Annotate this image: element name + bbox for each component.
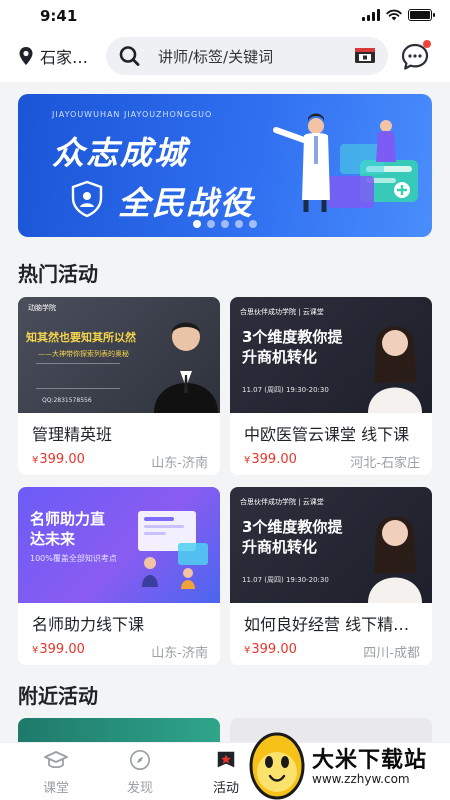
star-badge-icon — [217, 751, 235, 768]
activity-title: 管理精英班 — [32, 425, 113, 444]
watermark-text: 大米下载站 — [312, 748, 428, 773]
activity-image: 合思伙伴成功学院 | 云课堂 3个维度教你提升商机转化 11.07 (周四) 1… — [230, 297, 432, 413]
activity-location: 山东-济南 — [151, 646, 208, 661]
activity-price: ¥399.00 — [244, 642, 297, 657]
teacher-photo — [154, 322, 218, 413]
location-label: 石家… — [40, 48, 89, 67]
activity-location: 河北-石家庄 — [350, 456, 420, 471]
graduation-cap-icon — [44, 751, 68, 769]
activity-image: 合思伙伴成功学院 | 云课堂 3个维度教你提升商机转化 11.07 (周四) 1… — [230, 487, 432, 603]
activity-image: 动脑学院 知其然也要知其所以然 ——大神带你探索列表的奥秘 QQ:2831578… — [18, 297, 220, 413]
activity-price: ¥399.00 — [32, 452, 85, 467]
banner-title-line1: 众志成城 — [52, 134, 189, 172]
banner-subtitle: JIAYOUWUHAN JIAYOUZHONGGUO — [52, 110, 213, 119]
compass-icon — [130, 750, 150, 770]
promo-banner[interactable]: JIAYOUWUHAN JIAYOUZHONGGUO 众志成城 全民战役 — [18, 94, 432, 237]
carousel-dot[interactable] — [249, 220, 257, 228]
shield-icon — [71, 180, 103, 218]
activity-price: ¥399.00 — [244, 452, 297, 467]
tab-discover[interactable]: 发现 — [100, 749, 180, 796]
search-input[interactable]: 讲师/标签/关键词 — [106, 37, 388, 75]
image-date: 11.07 (周四) 19:30-20:30 — [242, 576, 329, 584]
carousel-dots[interactable] — [18, 220, 432, 228]
image-subline: 100%覆盖全部知识考点 — [30, 554, 117, 563]
teacher-photo — [368, 326, 422, 413]
activity-title: 如何良好经营 线下精… — [244, 615, 410, 634]
image-headline: 知其然也要知其所以然 — [26, 331, 136, 344]
location-selector[interactable]: 石家… — [18, 44, 88, 68]
status-time: 9:41 — [40, 7, 78, 25]
tab-label: 发现 — [126, 781, 153, 796]
teacher-photo — [368, 516, 422, 603]
image-date: 11.07 (周四) 19:30-20:30 — [242, 386, 329, 394]
activity-price: ¥399.00 — [32, 642, 85, 657]
battery-icon — [408, 9, 435, 21]
price-value: 399.00 — [251, 452, 297, 467]
activity-card[interactable]: 名师助力直达未来 100%覆盖全部知识考点 名师助力线下课 ¥399.00 山东… — [18, 487, 220, 665]
activity-title: 中欧医管云课堂 线下课 — [244, 425, 410, 444]
price-symbol: ¥ — [244, 455, 251, 466]
location-pin-icon — [19, 47, 33, 65]
price-symbol: ¥ — [32, 455, 39, 466]
price-value: 399.00 — [39, 452, 85, 467]
signal-icon — [362, 9, 380, 21]
activity-card[interactable]: 合思伙伴成功学院 | 云课堂 3个维度教你提升商机转化 11.07 (周四) 1… — [230, 487, 432, 665]
price-symbol: ¥ — [32, 645, 39, 656]
image-brand: 合思伙伴成功学院 | 云课堂 — [240, 308, 324, 316]
search-placeholder: 讲师/标签/关键词 — [158, 48, 274, 66]
activity-card[interactable]: 动脑学院 知其然也要知其所以然 ——大神带你探索列表的奥秘 QQ:2831578… — [18, 297, 220, 475]
status-icons — [362, 9, 435, 21]
wifi-icon — [386, 9, 402, 21]
watermark-url: www.zzhyw.com — [312, 772, 410, 786]
price-value: 399.00 — [39, 642, 85, 657]
image-headline: 3个维度教你提升商机转化 — [242, 328, 343, 366]
search-icon — [119, 46, 140, 66]
image-headline: 名师助力直达未来 — [30, 510, 106, 548]
price-value: 399.00 — [251, 642, 297, 657]
notification-dot — [423, 40, 431, 48]
nearby-activities-title: 附近活动 — [18, 684, 98, 708]
image-brand: 合思伙伴成功学院 | 云课堂 — [240, 498, 324, 506]
activity-image: 名师助力直达未来 100%覆盖全部知识考点 — [18, 487, 220, 603]
status-bar: 9:41 — [0, 0, 450, 32]
message-button[interactable] — [400, 40, 431, 76]
top-bar: 石家… 讲师/标签/关键词 — [0, 32, 450, 82]
tab-label: 课堂 — [42, 781, 69, 796]
price-symbol: ¥ — [244, 645, 251, 656]
carousel-dot[interactable] — [207, 220, 215, 228]
image-subline: ——大神带你探索列表的奥秘 — [38, 350, 129, 358]
image-brand: 动脑学院 — [28, 304, 56, 312]
carousel-dot[interactable] — [235, 220, 243, 228]
image-contact: QQ:2831578556 — [42, 397, 92, 404]
nearby-card-preview[interactable] — [18, 718, 220, 742]
activity-location: 四川-成都 — [363, 646, 420, 661]
doctor-illustration — [273, 113, 418, 212]
site-watermark: 大米下载站 www.zzhyw.com — [246, 728, 450, 800]
tab-classroom[interactable]: 课堂 — [16, 749, 96, 796]
flag-icon[interactable] — [354, 46, 376, 66]
image-headline: 3个维度教你提升商机转化 — [242, 518, 343, 556]
carousel-dot[interactable] — [221, 220, 229, 228]
carousel-dot[interactable] — [193, 220, 201, 228]
activity-location: 山东-济南 — [151, 456, 208, 471]
hot-activities-title: 热门活动 — [18, 262, 98, 286]
activity-card[interactable]: 合思伙伴成功学院 | 云课堂 3个维度教你提升商机转化 11.07 (周四) 1… — [230, 297, 432, 475]
egg-mascot-icon — [249, 732, 305, 800]
classroom-illustration — [138, 511, 208, 589]
image-text-block — [36, 363, 120, 389]
banner-title-line2: 全民战役 — [118, 184, 255, 222]
activity-title: 名师助力线下课 — [32, 615, 145, 634]
